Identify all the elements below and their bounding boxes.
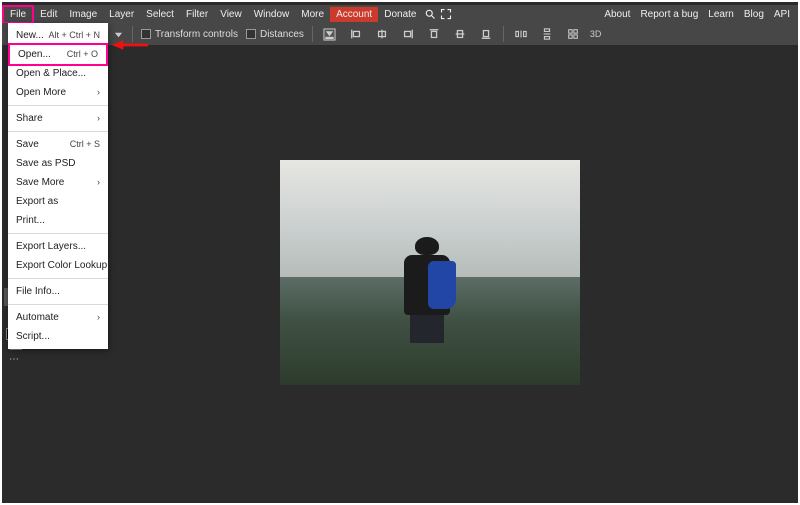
menu-account[interactable]: Account (330, 7, 378, 22)
divider (503, 26, 504, 42)
link-blog[interactable]: Blog (744, 9, 764, 20)
menu-donate[interactable]: Donate (378, 7, 422, 22)
checkbox-label: Transform controls (155, 29, 238, 40)
menu-item-label: Save as PSD (16, 157, 75, 170)
align-center-h-icon[interactable] (373, 25, 391, 43)
divider (132, 26, 133, 42)
align-middle-v-icon[interactable] (451, 25, 469, 43)
menu-edit[interactable]: Edit (34, 7, 63, 22)
menu-layer[interactable]: Layer (103, 7, 140, 22)
chevron-down-icon[interactable] (112, 25, 124, 43)
menu-item-shortcut: Alt + Ctrl + N (48, 29, 100, 42)
menu-item-label: File Info... (16, 285, 60, 298)
image-person (397, 237, 457, 347)
menu-item-save[interactable]: Save Ctrl + S (8, 135, 108, 154)
submenu-arrow-icon: › (97, 176, 100, 189)
expand-icon[interactable] (438, 6, 454, 22)
menu-item-save-as-psd[interactable]: Save as PSD (8, 154, 108, 173)
menu-window[interactable]: Window (248, 7, 296, 22)
checkbox-distances[interactable]: Distances (246, 29, 304, 40)
menu-item-automate[interactable]: Automate › (8, 308, 108, 327)
menu-item-label: Export Layers... (16, 240, 86, 253)
checkbox-box-icon (246, 29, 256, 39)
menu-item-label: Automate (16, 311, 59, 324)
three-d-toggle[interactable]: 3D (590, 25, 602, 43)
menu-separator (8, 233, 108, 234)
menu-item-open-place[interactable]: Open & Place... (8, 64, 108, 83)
menu-item-export-color-lookup[interactable]: Export Color Lookup... (8, 256, 108, 275)
options-bar: Transform controls Distances 3D (2, 23, 798, 45)
menu-item-label: Save (16, 138, 39, 151)
menu-item-save-more[interactable]: Save More › (8, 173, 108, 192)
align-right-icon[interactable] (399, 25, 417, 43)
menu-item-label: Export Color Lookup... (16, 259, 116, 272)
file-menu-dropdown: New... Alt + Ctrl + N Open... Ctrl + O Open … (8, 23, 108, 349)
link-api[interactable]: API (774, 9, 790, 20)
menu-item-label: Script... (16, 330, 50, 343)
menu-item-label: Export as (16, 195, 58, 208)
submenu-arrow-icon: › (97, 311, 100, 324)
app-window: File Edit Image Layer Select Filter View… (0, 0, 800, 505)
menu-item-file-info[interactable]: File Info... (8, 282, 108, 301)
menu-item-label: Open & Place... (16, 67, 86, 80)
align-bottom-icon[interactable] (477, 25, 495, 43)
submenu-arrow-icon: › (97, 86, 100, 99)
distribute-v-icon[interactable] (538, 25, 556, 43)
align-top-icon[interactable] (425, 25, 443, 43)
menu-item-label: Open... (18, 48, 51, 61)
menubar: File Edit Image Layer Select Filter View… (2, 5, 798, 23)
menubar-right: About Report a bug Learn Blog API (604, 9, 798, 20)
menu-select[interactable]: Select (140, 7, 180, 22)
align-left-icon[interactable] (347, 25, 365, 43)
menu-item-label: New... (16, 29, 44, 42)
menu-separator (8, 105, 108, 106)
canvas-area[interactable] (24, 45, 796, 501)
menu-item-label: Open More (16, 86, 66, 99)
menu-item-label: Save More (16, 176, 64, 189)
menu-filter[interactable]: Filter (180, 7, 214, 22)
grid-icon[interactable] (564, 25, 582, 43)
menu-separator (8, 278, 108, 279)
download-icon[interactable] (321, 25, 339, 43)
menu-item-shortcut: Ctrl + O (67, 48, 98, 61)
search-icon[interactable] (422, 6, 438, 22)
menu-separator (8, 131, 108, 132)
menu-more[interactable]: More (295, 7, 330, 22)
checkbox-box-icon (141, 29, 151, 39)
menu-item-open[interactable]: Open... Ctrl + O (8, 43, 108, 66)
checkbox-transform-controls[interactable]: Transform controls (141, 29, 238, 40)
distribute-h-icon[interactable] (512, 25, 530, 43)
submenu-arrow-icon: › (97, 112, 100, 125)
menu-item-script[interactable]: Script... (8, 327, 108, 346)
checkbox-label: Distances (260, 29, 304, 40)
more-tools-icon[interactable]: ⋯ (4, 350, 24, 368)
menu-item-print[interactable]: Print... (8, 211, 108, 230)
menu-item-open-more[interactable]: Open More › (8, 83, 108, 102)
link-learn[interactable]: Learn (708, 9, 734, 20)
menu-file[interactable]: File (2, 5, 34, 24)
menu-item-label: Print... (16, 214, 45, 227)
menu-item-shortcut: Ctrl + S (70, 138, 100, 151)
menu-item-share[interactable]: Share › (8, 109, 108, 128)
menu-item-export-layers[interactable]: Export Layers... (8, 237, 108, 256)
menu-item-export-as[interactable]: Export as (8, 192, 108, 211)
link-report-bug[interactable]: Report a bug (640, 9, 698, 20)
menu-image[interactable]: Image (63, 7, 103, 22)
document-image[interactable] (280, 160, 580, 385)
link-about[interactable]: About (604, 9, 630, 20)
menu-item-label: Share (16, 112, 43, 125)
menu-separator (8, 304, 108, 305)
menu-view[interactable]: View (214, 7, 248, 22)
divider (312, 26, 313, 42)
